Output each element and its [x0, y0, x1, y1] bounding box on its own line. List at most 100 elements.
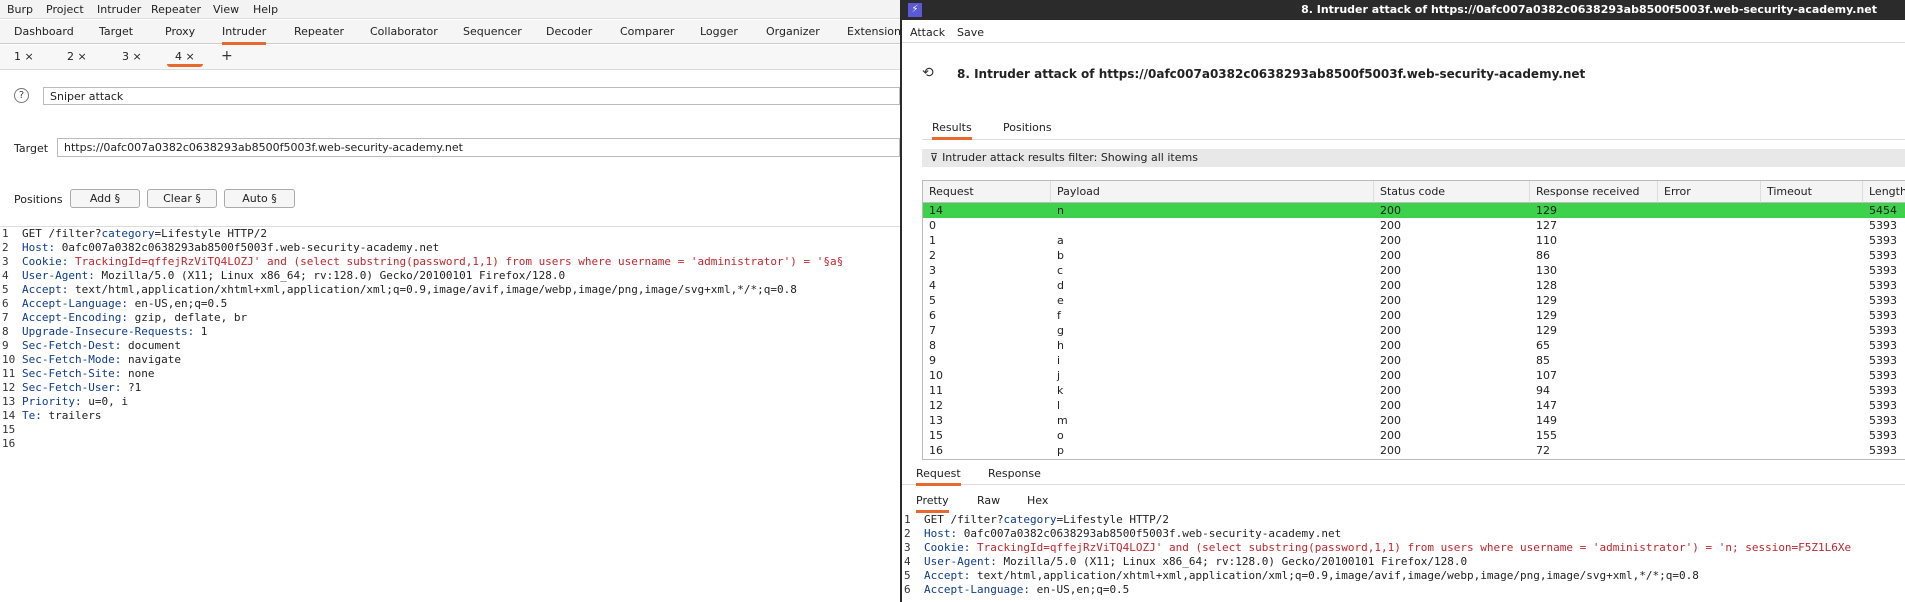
table-row[interactable]: 10 j 200 107 5393 [923, 368, 1905, 383]
menu-help[interactable]: Help [253, 3, 278, 16]
menu-attack[interactable]: Attack [910, 26, 945, 39]
tab-response[interactable]: Response [988, 467, 1041, 480]
attack-heading: 8. Intruder attack of https://0afc007a03… [957, 67, 1586, 81]
results-table[interactable]: Request Payload Status code Response rec… [922, 180, 1905, 460]
target-input[interactable]: https://0afc007a0382c0638293ab8500f5003f… [57, 138, 900, 157]
col-timeout[interactable]: Timeout [1761, 181, 1863, 203]
table-row[interactable]: 11 k 200 94 5393 [923, 383, 1905, 398]
attack-type-select[interactable]: Sniper attack [43, 87, 900, 105]
tab-pretty[interactable]: Pretty [916, 494, 949, 513]
tab-decoder[interactable]: Decoder [546, 25, 592, 38]
tab-intruder[interactable]: Intruder [222, 25, 267, 45]
request-line: 11 Sec-Fetch-Site: none [2, 367, 155, 380]
subtab-4[interactable]: 4 × [167, 48, 203, 67]
table-row[interactable]: 14 n 200 129 5454 [923, 203, 1905, 218]
tab-results[interactable]: Results [932, 121, 972, 140]
subtab-3[interactable]: 3 × [114, 48, 150, 67]
cell-req: 5 [929, 294, 936, 307]
cell-resp: 130 [1536, 264, 1557, 277]
table-row[interactable]: 7 g 200 129 5393 [923, 323, 1905, 338]
request-line: 1 GET /filter?category=Lifestyle HTTP/2 [904, 513, 1170, 526]
tab-sequencer[interactable]: Sequencer [463, 25, 522, 38]
cell-length: 5393 [1869, 324, 1897, 337]
subtab-2[interactable]: 2 × [59, 48, 95, 67]
tab-hex[interactable]: Hex [1027, 494, 1048, 507]
menu-view[interactable]: View [213, 3, 239, 16]
results-filter[interactable]: ⊽ Intruder attack results filter: Showing… [922, 149, 1905, 167]
request-line: 4 User-Agent: Mozilla/5.0 (X11; Linux x86… [904, 555, 1468, 568]
cell-status: 200 [1380, 264, 1401, 277]
table-row[interactable]: 5 e 200 129 5393 [923, 293, 1905, 308]
cell-req: 4 [929, 279, 936, 292]
request-line: 8 Upgrade-Insecure-Requests: 1 [2, 325, 208, 338]
table-row[interactable]: 8 h 200 65 5393 [923, 338, 1905, 353]
add-payload-marker-button[interactable]: Add § [70, 189, 140, 208]
cell-req: 12 [929, 399, 943, 412]
col-length[interactable]: Length [1863, 181, 1905, 203]
cell-status: 200 [1380, 369, 1401, 382]
table-row[interactable]: 2 b 200 86 5393 [923, 248, 1905, 263]
request-editor[interactable]: 1 GET /filter?category=Lifestyle HTTP/2 2… [0, 226, 900, 602]
table-row[interactable]: 12 l 200 147 5393 [923, 398, 1905, 413]
cell-payload: f [1057, 309, 1061, 322]
attack-titlebar: ⚡ 8. Intruder attack of https://0afc007a… [902, 0, 1905, 20]
request-line: 6 Accept-Language: en-US,en;q=0.5 [2, 297, 228, 310]
detail-request-editor[interactable]: 1 GET /filter?category=Lifestyle HTTP/2 2… [902, 513, 1905, 602]
tab-positions[interactable]: Positions [1003, 121, 1052, 134]
menu-repeater[interactable]: Repeater [151, 3, 201, 16]
cell-status: 200 [1380, 354, 1401, 367]
auto-payload-markers-button[interactable]: Auto § [224, 189, 295, 208]
add-tab-icon[interactable]: + [221, 48, 233, 64]
window-title: 8. Intruder attack of https://0afc007a03… [1301, 3, 1877, 16]
cell-length: 5393 [1869, 444, 1897, 457]
table-row[interactable]: 1 a 200 110 5393 [923, 233, 1905, 248]
cell-payload: h [1057, 339, 1064, 352]
cell-resp: 72 [1536, 444, 1550, 457]
menu-project[interactable]: Project [46, 3, 84, 16]
col-payload[interactable]: Payload [1051, 181, 1374, 203]
cell-status: 200 [1380, 324, 1401, 337]
tab-organizer[interactable]: Organizer [766, 25, 820, 38]
cell-status: 200 [1380, 384, 1401, 397]
request-line: 10 Sec-Fetch-Mode: navigate [2, 353, 181, 366]
tab-target[interactable]: Target [99, 25, 133, 38]
cell-status: 200 [1380, 294, 1401, 307]
tab-dashboard[interactable]: Dashboard [14, 25, 74, 38]
tab-raw[interactable]: Raw [977, 494, 1000, 507]
request-line: 5 Accept: text/html,application/xhtml+xml… [2, 283, 797, 296]
menu-intruder[interactable]: Intruder [97, 3, 141, 16]
menu-burp[interactable]: Burp [7, 3, 33, 16]
col-error[interactable]: Error [1658, 181, 1761, 203]
cell-status: 200 [1380, 399, 1401, 412]
col-status[interactable]: Status code [1374, 181, 1530, 203]
tab-request[interactable]: Request [916, 467, 961, 486]
tab-collaborator[interactable]: Collaborator [370, 25, 438, 38]
clear-payload-markers-button[interactable]: Clear § [147, 189, 217, 208]
tab-extensions[interactable]: Extensions [847, 25, 907, 38]
table-row[interactable]: 4 d 200 128 5393 [923, 278, 1905, 293]
subtab-1[interactable]: 1 × [6, 48, 42, 67]
cell-req: 3 [929, 264, 936, 277]
cell-payload: a [1057, 234, 1064, 247]
table-row[interactable]: 3 c 200 130 5393 [923, 263, 1905, 278]
cell-length: 5393 [1869, 294, 1897, 307]
col-response[interactable]: Response received [1530, 181, 1658, 203]
table-row[interactable]: 13 m 200 149 5393 [923, 413, 1905, 428]
col-request[interactable]: Request [923, 181, 1051, 203]
tab-logger[interactable]: Logger [700, 25, 738, 38]
cell-length: 5393 [1869, 354, 1897, 367]
tab-comparer[interactable]: Comparer [620, 25, 674, 38]
tab-proxy[interactable]: Proxy [165, 25, 195, 38]
table-row[interactable]: 6 f 200 129 5393 [923, 308, 1905, 323]
request-line: 1 GET /filter?category=Lifestyle HTTP/2 [2, 227, 268, 240]
attack-window: ⚡ 8. Intruder attack of https://0afc007a… [900, 0, 1905, 602]
table-row[interactable]: 0 200 127 5393 [923, 218, 1905, 233]
menu-save[interactable]: Save [957, 26, 984, 39]
table-row[interactable]: 9 i 200 85 5393 [923, 353, 1905, 368]
table-row[interactable]: 15 o 200 155 5393 [923, 428, 1905, 443]
back-arrow-icon[interactable]: ⟲ [922, 65, 934, 81]
help-icon[interactable]: ? [14, 88, 29, 103]
table-row[interactable]: 16 p 200 72 5393 [923, 443, 1905, 458]
cell-req: 6 [929, 309, 936, 322]
tab-repeater[interactable]: Repeater [294, 25, 344, 38]
